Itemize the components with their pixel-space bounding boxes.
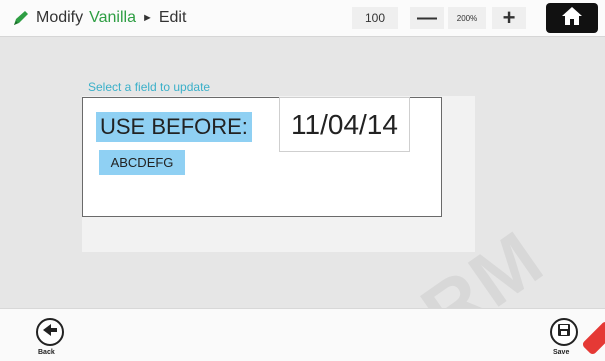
action-label: Edit — [158, 9, 187, 26]
date-field[interactable]: 11/04/14 — [279, 97, 410, 152]
zoom-out-button[interactable]: — — [410, 7, 444, 29]
zoom-value[interactable]: 100 — [352, 7, 398, 29]
code-field[interactable]: ABCDEFG — [99, 150, 185, 175]
home-icon — [561, 6, 583, 31]
save-label: Save — [553, 349, 570, 356]
instruction-text: Select a field to update — [88, 80, 211, 94]
zoom-max-button[interactable]: 200% — [448, 7, 486, 29]
zoom-in-button[interactable]: + — [492, 5, 526, 30]
pencil-icon — [12, 9, 30, 27]
floppy-disk-icon — [557, 323, 571, 342]
top-bar: Modify Vanilla ► Edit 100 — 200% + — [0, 0, 605, 37]
arrow-left-icon — [42, 323, 58, 342]
home-button[interactable] — [546, 3, 598, 33]
save-button[interactable] — [550, 318, 578, 346]
mode-label: Modify — [36, 9, 84, 26]
back-label: Back — [38, 349, 55, 356]
back-button[interactable] — [36, 318, 64, 346]
breadcrumb-separator: ► — [141, 12, 153, 24]
bottom-bar — [0, 308, 605, 361]
item-name[interactable]: Vanilla — [89, 9, 136, 27]
breadcrumb: Modify Vanilla ► Edit — [12, 0, 186, 36]
use-before-field[interactable]: USE BEFORE: — [96, 112, 252, 142]
